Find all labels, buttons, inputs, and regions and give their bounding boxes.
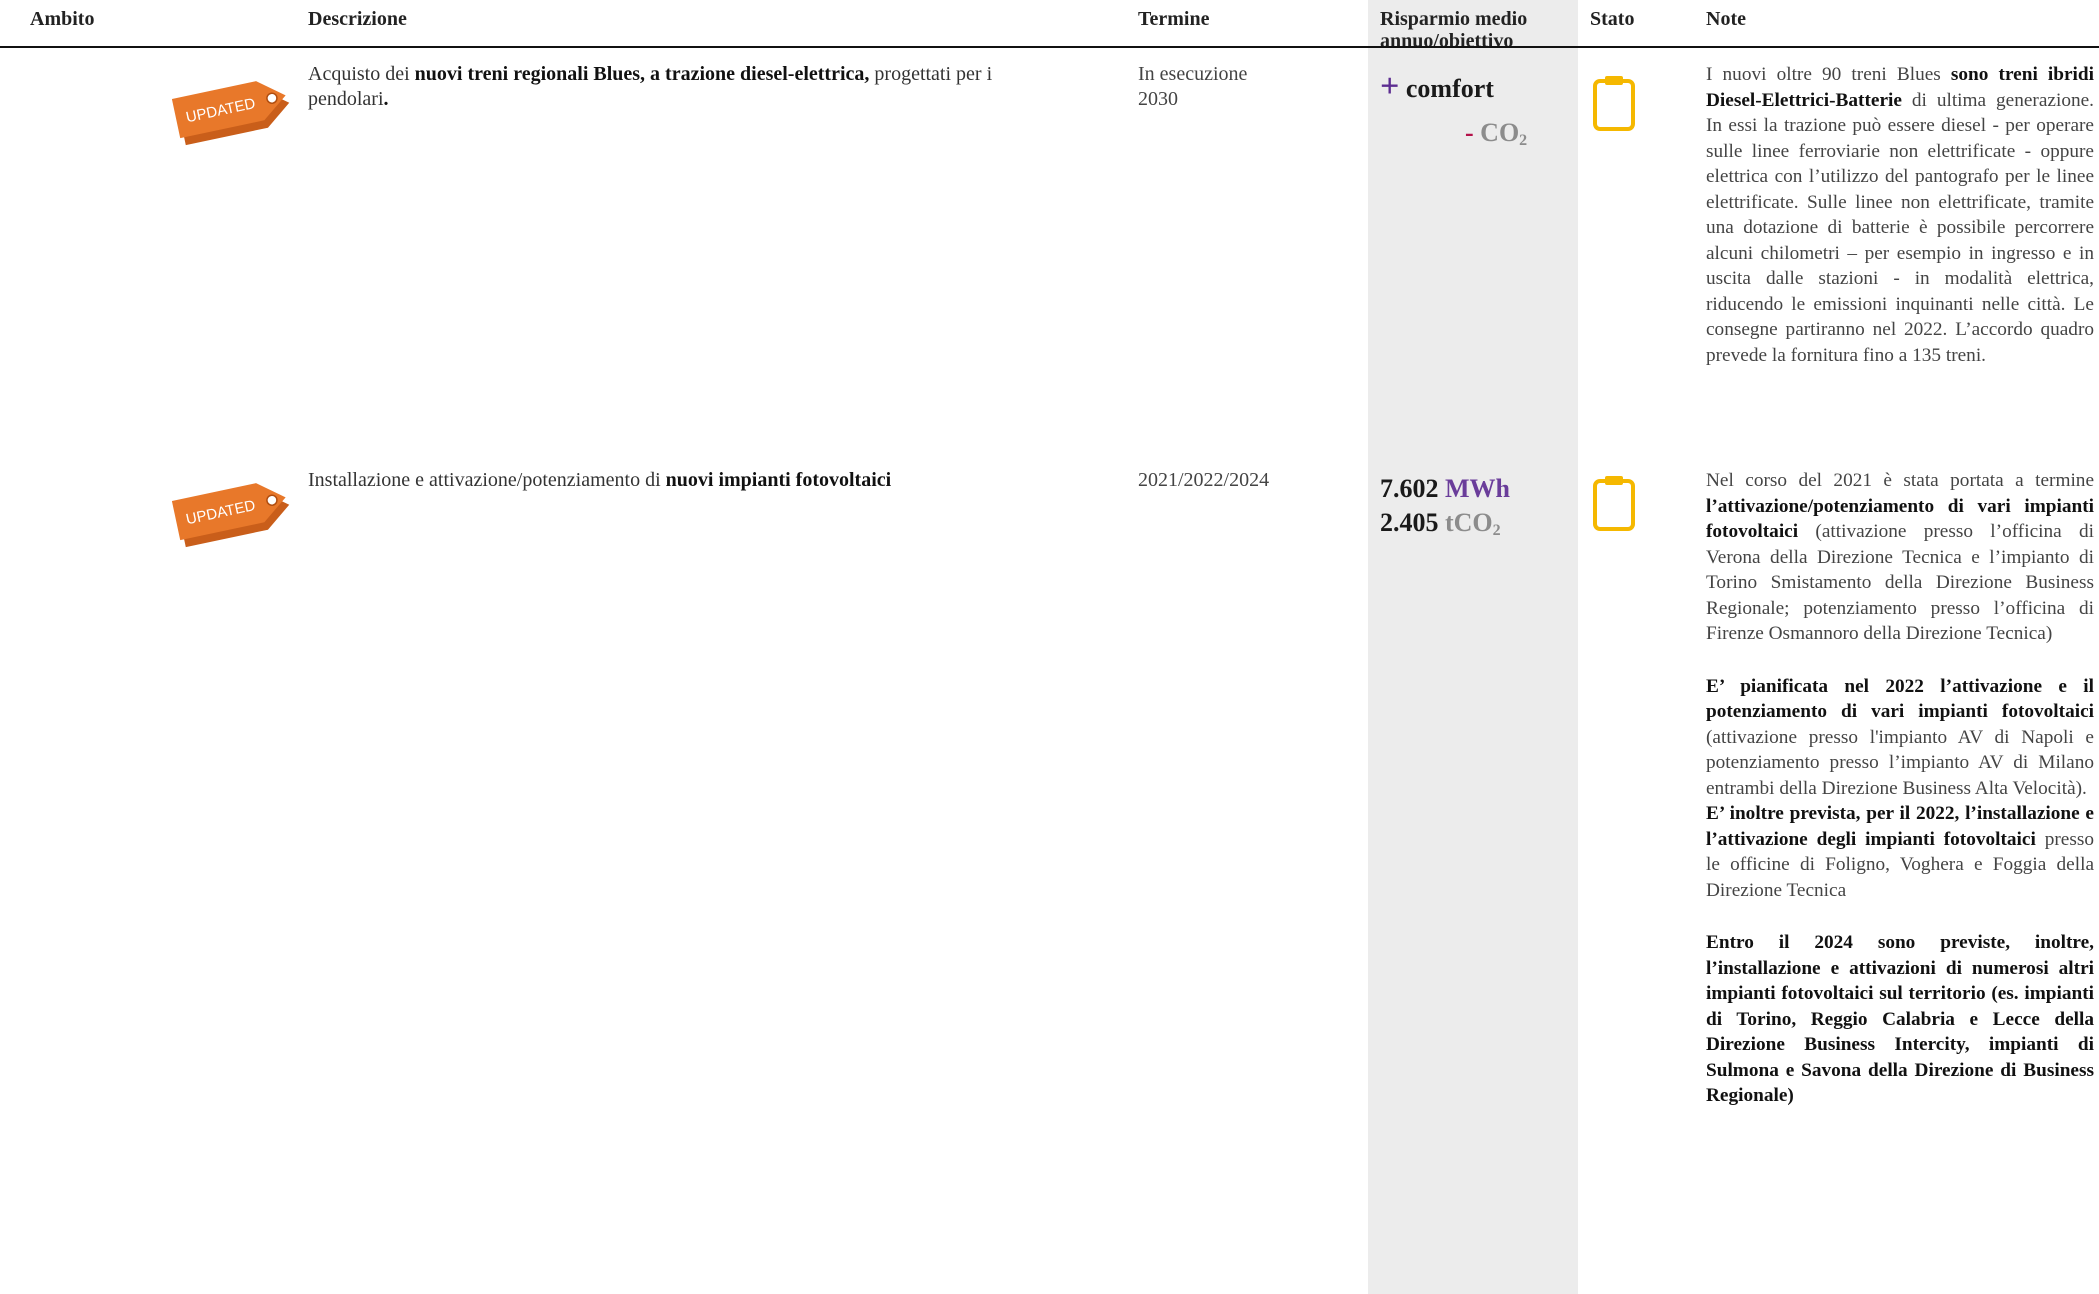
row2-termine-line1: 2021/2022/2024: [1138, 469, 1270, 491]
updated-tag-icon: UPDATED: [171, 474, 300, 559]
note-text: Nel corso del 2021 è stata portata a ter…: [1706, 470, 2094, 491]
row1-desc-line2: pendolari: [308, 88, 384, 110]
row2-note-para3: E’ inoltre prevista, per il 2022, l’inst…: [1706, 801, 2094, 903]
row1-note-text-end: di ultima generazione. In essi la trazio…: [1706, 89, 2094, 366]
header-ambito: Ambito: [30, 8, 95, 30]
header-stato: Stato: [1590, 8, 1635, 30]
header-risparmio-line1: Risparmio medio: [1380, 8, 1528, 30]
co2-subscript: 2: [1519, 132, 1528, 149]
note-bold: E’ pianificata nel 2022 l’attivazione e …: [1706, 675, 2094, 723]
updated-tag-icon: UPDATED: [171, 72, 300, 157]
comfort-label: comfort: [1405, 74, 1494, 103]
header-divider: [0, 46, 2099, 48]
note-text: (attivazione presso l'impianto AV di Nap…: [1706, 726, 2094, 799]
minus-sign: -: [1465, 118, 1474, 147]
row2-risparmio: 7.602 MWh 2.405 tCO2: [1380, 472, 1510, 548]
row1-termine-line1: In esecuzione: [1138, 63, 1248, 85]
row2-note: Nel corso del 2021 è stata portata a ter…: [1706, 468, 2094, 1109]
row1-risparmio-co2: - CO2: [1465, 118, 1527, 150]
row2-risparmio-tco2: 2.405 tCO2: [1380, 506, 1510, 548]
row2-note-para1: Nel corso del 2021 è stata portata a ter…: [1706, 468, 2094, 647]
row1-note: I nuovi oltre 90 treni Blues sono treni …: [1706, 62, 2094, 368]
row1-termine-line2: 2030: [1138, 88, 1178, 110]
mwh-unit: MWh: [1445, 474, 1510, 503]
row2-desc-text: Installazione e attivazione/potenziament…: [308, 469, 666, 491]
plus-sign: +: [1380, 68, 1400, 105]
note-bold: Entro il 2024 sono previste, inoltre, l’…: [1706, 932, 2094, 1106]
row1-desc-period: .: [383, 88, 389, 110]
row2-termine: 2021/2022/2024: [1138, 468, 1269, 493]
row1-descrizione: Acquisto dei nuovi treni regionali Blues…: [308, 62, 1108, 112]
row2-risparmio-mwh: 7.602 MWh: [1380, 472, 1510, 506]
tco2-value: 2.405: [1380, 508, 1439, 537]
header-termine: Termine: [1138, 8, 1210, 30]
row1-desc-text-end: progettati per i: [869, 63, 993, 85]
header-descrizione: Descrizione: [308, 8, 407, 30]
row1-termine: In esecuzione 2030: [1138, 62, 1247, 112]
row2-note-para2: E’ pianificata nel 2022 l’attivazione e …: [1706, 674, 2094, 802]
row1-risparmio-comfort: + comfort: [1380, 68, 1494, 106]
header-risparmio-line2: annuo/obiettivo: [1380, 30, 1514, 52]
row1-desc-text: Acquisto dei: [308, 63, 415, 85]
row2-desc-bold: nuovi impianti fotovoltaici: [665, 469, 892, 491]
row2-descrizione: Installazione e attivazione/potenziament…: [308, 468, 1108, 493]
clipboard-icon: [1592, 74, 1636, 137]
tco2-unit: tCO: [1445, 508, 1493, 537]
row1-desc-bold: nuovi treni regionali Blues, a trazione …: [414, 63, 870, 85]
co2-label: CO: [1480, 118, 1520, 147]
header-note: Note: [1706, 8, 1746, 30]
clipboard-icon: [1592, 474, 1636, 537]
tco2-subscript: 2: [1492, 522, 1501, 539]
row2-note-para4: Entro il 2024 sono previste, inoltre, l’…: [1706, 930, 2094, 1109]
mwh-value: 7.602: [1380, 474, 1439, 503]
row1-note-text: I nuovi oltre 90 treni Blues: [1706, 64, 1951, 85]
risparmio-column-background: [1368, 0, 1578, 1294]
